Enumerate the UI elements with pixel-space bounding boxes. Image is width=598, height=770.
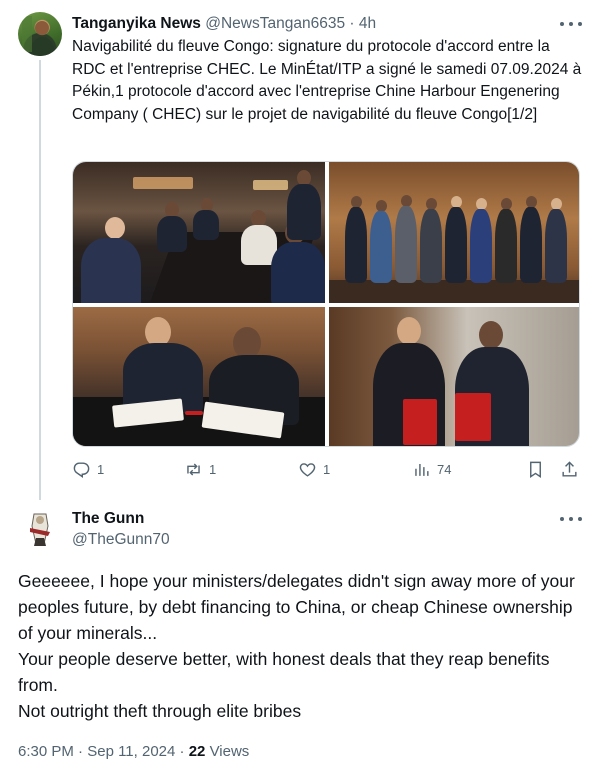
tweet-time[interactable]: 6:30 PM: [18, 743, 74, 760]
repost-button[interactable]: 1: [184, 460, 216, 479]
share-icon: [562, 461, 577, 477]
repost-icon: [187, 463, 200, 476]
reply-icon: [73, 462, 90, 478]
photo-meeting-table[interactable]: [73, 162, 325, 303]
bookmark-button[interactable]: [526, 460, 545, 479]
more-icon[interactable]: [560, 511, 582, 527]
heart-icon: [299, 463, 316, 477]
repost-count: 1: [209, 462, 217, 477]
tweet-date[interactable]: Sep 11, 2024: [87, 743, 175, 760]
author-name[interactable]: Tanganyika News: [72, 15, 201, 32]
analytics-icon: [415, 463, 429, 476]
reply-count: 1: [97, 462, 105, 477]
thread-line: [39, 60, 41, 500]
author-name[interactable]: The Gunn: [72, 509, 144, 529]
separator: ·: [179, 743, 185, 760]
avatar[interactable]: [18, 506, 62, 550]
tweet-paragraph: Not outright theft through elite bribes: [18, 701, 302, 721]
tweet-paragraph: Your people deserve better, with honest …: [18, 649, 550, 695]
views-label: Views: [209, 743, 250, 760]
separator: ·: [78, 743, 84, 760]
tweet-meta: 6:30 PM · Sep 11, 2024 · 22 Views: [18, 742, 249, 762]
timestamp[interactable]: 4h: [359, 15, 376, 32]
like-button[interactable]: 1: [298, 460, 330, 479]
tweet-paragraph: Geeeeee, I hope your ministers/delegates…: [18, 571, 575, 643]
tweet-actions: 1 1 1 74: [72, 460, 582, 482]
more-icon[interactable]: [560, 16, 582, 32]
avatar[interactable]: [18, 12, 62, 56]
views-count: 22: [188, 743, 206, 760]
photo-group[interactable]: [329, 162, 579, 303]
bookmark-icon: [530, 461, 541, 478]
reply-button[interactable]: 1: [72, 460, 104, 479]
author-handle[interactable]: @TheGunn70: [72, 530, 170, 550]
separator: ·: [349, 15, 355, 32]
author-handle[interactable]: @NewsTangan6635: [205, 15, 345, 32]
tweet-text: Navigabilité du fleuve Congo: signature …: [72, 38, 582, 123]
views-button[interactable]: 74: [412, 460, 451, 479]
view-count: 74: [437, 462, 452, 477]
photo-signing[interactable]: [73, 307, 325, 446]
share-button[interactable]: [560, 460, 579, 479]
photo-folders[interactable]: [329, 307, 579, 446]
media-grid[interactable]: [72, 161, 580, 447]
tweet-text: Geeeeee, I hope your ministers/delegates…: [18, 568, 583, 724]
tweet-header: Tanganyika News @NewsTangan6635 · 4h: [72, 14, 376, 34]
like-count: 1: [323, 462, 331, 477]
